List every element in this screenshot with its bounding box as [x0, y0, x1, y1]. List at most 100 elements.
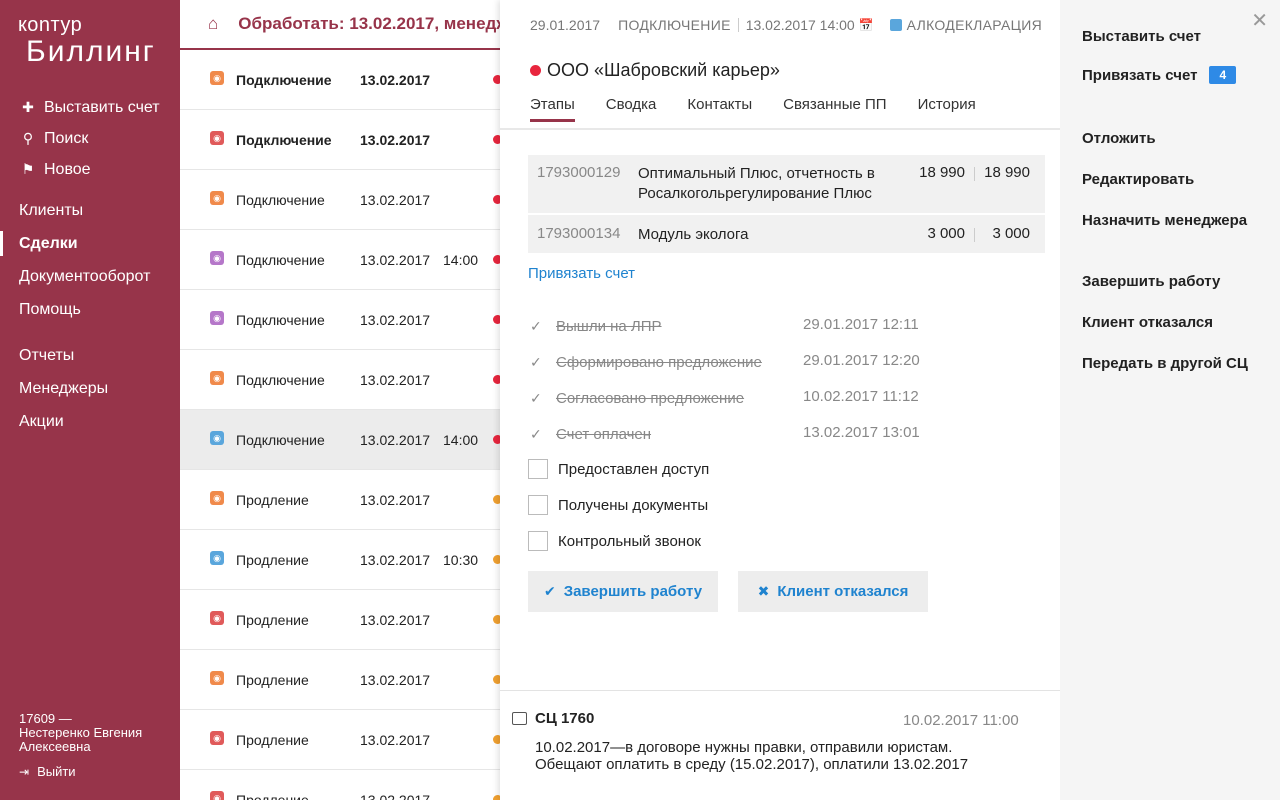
deal-row[interactable]: ◉ Продление 13.02.2017	[180, 770, 500, 800]
link-account-link[interactable]: Привязать счет	[528, 265, 635, 282]
task-call-checkbox[interactable]: Контрольный звонок	[528, 531, 701, 551]
transfer-action[interactable]: Передать в другой СЦ	[1082, 355, 1248, 372]
status-dot	[493, 615, 500, 624]
user-name-line1: Нестеренко Евгения	[19, 725, 143, 740]
deal-row[interactable]: ◉ Подключение 13.02.2017	[180, 290, 500, 350]
logo-top-text: кonтур	[18, 14, 83, 36]
nav-clients[interactable]: Клиенты	[0, 196, 180, 229]
nav-help[interactable]: Помощь	[0, 295, 180, 328]
edit-action[interactable]: Редактировать	[1082, 171, 1194, 188]
deal-row[interactable]: ◉ Подключение 13.02.2017	[180, 170, 500, 230]
account-name: Оптимальный Плюс, отчетность в Росалкого…	[638, 165, 875, 202]
nav-managers[interactable]: Менеджеры	[0, 374, 180, 407]
account-sum: 3 000	[927, 225, 965, 242]
status-dot	[493, 375, 500, 384]
check-icon: ✓	[530, 425, 542, 442]
status-dot	[493, 495, 500, 504]
assign-manager-action[interactable]: Назначить менеджера	[1082, 212, 1247, 229]
close-icon[interactable]: ✕	[1251, 8, 1268, 33]
deals-list: ⌂ Обработать: 13.02.2017, менеджер ◉ Подк…	[180, 0, 500, 800]
company-title: ООО «Шабровский карьер»	[530, 60, 780, 81]
nav-promotions[interactable]: Акции	[0, 407, 180, 440]
tab-related[interactable]: Связанные ПП	[783, 96, 886, 122]
nav-documents[interactable]: Документооборот	[0, 262, 180, 295]
issue-invoice-button[interactable]: ✚ Выставить счет	[20, 92, 160, 123]
deal-row[interactable]: ◉ Подключение 13.02.2017	[180, 350, 500, 410]
deal-type: Продление	[236, 551, 309, 568]
calendar-icon[interactable]: 📅	[859, 18, 874, 32]
logout-icon: ⇥	[19, 764, 30, 779]
task-access-checkbox[interactable]: Предоставлен доступ	[528, 459, 709, 479]
company-name: ООО «Шабровский карьер»	[547, 60, 780, 80]
status-dot	[493, 555, 500, 564]
comment-text: 10.02.2017—в договоре нужны правки, отпр…	[535, 739, 1015, 773]
client-refused-action[interactable]: Клиент отказался	[1082, 314, 1213, 331]
status-dot	[493, 135, 500, 144]
nav-reports[interactable]: Отчеты	[0, 341, 180, 374]
issue-invoice-action[interactable]: Выставить счет	[1082, 28, 1201, 45]
link-invoice-label: Привязать счет	[1082, 66, 1198, 84]
deal-row[interactable]: ◉ Подключение 13.02.2017	[180, 110, 500, 170]
deal-date: 13.02.2017	[360, 191, 431, 208]
home-icon[interactable]: ⌂	[208, 14, 218, 34]
client-refused-button[interactable]: ✖ Клиент отказался	[738, 571, 928, 612]
product-icon: ◉	[210, 611, 224, 625]
account-row[interactable]: 1793000129 Оптимальный Плюс, отчетность …	[528, 155, 1045, 213]
status-dot	[493, 195, 500, 204]
user-name-line2: Алексеевна	[19, 739, 91, 754]
finish-work-action[interactable]: Завершить работу	[1082, 273, 1220, 290]
task-label: Контрольный звонок	[558, 532, 701, 550]
list-header: ⌂ Обработать: 13.02.2017, менеджер	[180, 0, 500, 50]
new-button[interactable]: ⚑ Новое	[20, 154, 160, 185]
finish-work-button[interactable]: ✔ Завершить работу	[528, 571, 718, 612]
status-dot	[493, 315, 500, 324]
deal-row[interactable]: ◉ Продление 13.02.2017	[180, 710, 500, 770]
task-documents-checkbox[interactable]: Получены документы	[528, 495, 708, 515]
tab-summary[interactable]: Сводка	[606, 96, 657, 122]
deal-date: 13.02.2017	[360, 131, 431, 148]
postpone-action[interactable]: Отложить	[1082, 130, 1156, 147]
status-dot	[493, 675, 500, 684]
deal-row[interactable]: ◉ Продление 13.02.2017	[180, 590, 500, 650]
tab-contacts[interactable]: Контакты	[687, 96, 752, 122]
stage-name: Сформировано предложение	[556, 353, 762, 371]
user-info: 17609 — Нестеренко Евгения Алексеевна	[19, 712, 142, 754]
checkbox[interactable]	[528, 459, 548, 479]
status-dot	[493, 75, 500, 84]
deal-date: 13.02.2017	[360, 791, 431, 800]
nav-deals[interactable]: Сделки	[0, 229, 180, 262]
tab-stages[interactable]: Этапы	[530, 96, 575, 122]
logout-label: Выйти	[37, 764, 76, 779]
deal-row[interactable]: ◉ Продление 13.02.2017	[180, 470, 500, 530]
checkbox[interactable]	[528, 531, 548, 551]
deal-time: 14:00	[443, 431, 479, 448]
deal-date: 13.02.2017	[360, 71, 431, 88]
status-dot	[493, 435, 500, 444]
deal-product: АЛКОДЕКЛАРАЦИЯ	[906, 17, 1043, 33]
task-label: Получены документы	[558, 496, 709, 514]
link-invoice-action[interactable]: Привязать счет 4	[1082, 66, 1237, 84]
status-dot	[493, 735, 500, 744]
deal-meta: 29.01.2017 ПОДКЛЮЧЕНИЕ 13.02.2017 14:00 …	[530, 17, 1042, 33]
stage-name: Счет оплачен	[556, 425, 652, 443]
deal-type: Подключение	[236, 191, 325, 208]
deal-row[interactable]: ◉ Подключение 13.02.2017	[180, 50, 500, 110]
deal-row[interactable]: ◉ Подключение 13.02.2017 14:00	[180, 410, 500, 470]
product-icon: ◉	[210, 371, 224, 385]
logout-button[interactable]: ⇥ Выйти	[19, 764, 76, 779]
search-button[interactable]: ⚲ Поиск	[20, 123, 160, 154]
deal-type: Продление	[236, 791, 309, 800]
meta-divider	[737, 18, 739, 32]
deal-type: Подключение	[236, 371, 325, 388]
tab-history[interactable]: История	[918, 96, 976, 122]
deal-row[interactable]: ◉ Подключение 13.02.2017 14:00	[180, 230, 500, 290]
deal-type: Подключение	[236, 311, 325, 328]
deal-row[interactable]: ◉ Продление 13.02.2017 10:30	[180, 530, 500, 590]
logo[interactable]: кonтур Биллинг	[18, 14, 156, 68]
plus-icon: ✚	[22, 99, 34, 115]
deal-type: Подключение	[236, 131, 332, 148]
deal-row[interactable]: ◉ Продление 13.02.2017	[180, 650, 500, 710]
flag-icon: ⚑	[21, 161, 35, 177]
account-row[interactable]: 1793000134 Модуль эколога 3 000 3 000	[528, 215, 1045, 253]
checkbox[interactable]	[528, 495, 548, 515]
